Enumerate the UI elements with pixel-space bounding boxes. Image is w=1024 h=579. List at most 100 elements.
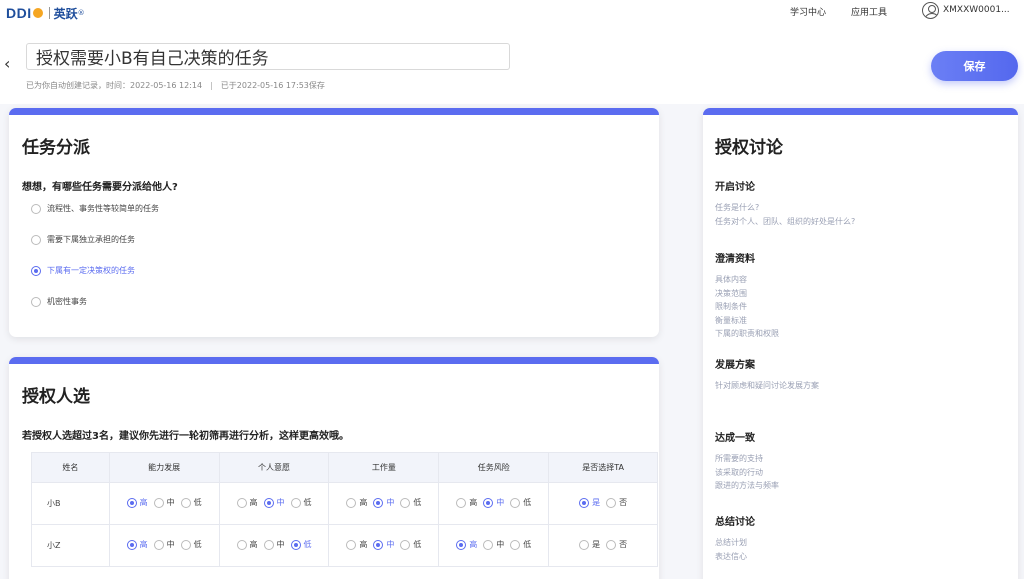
radio-option[interactable]: 中 [263,497,285,508]
radio-option[interactable]: 高 [346,539,367,550]
radio-button[interactable] [31,265,41,276]
radio-button[interactable] [263,497,274,508]
radio-option[interactable]: 高 [126,539,148,550]
task-option-label: 需要下属独立承担的任务 [47,235,135,244]
candidate-card: 授权人选 若授权人选超过3名，建议你先进行一轮初筛再进行分析，这样更高效哦。 姓… [9,357,659,579]
back-arrow-icon[interactable]: ‹ [4,56,10,72]
task-option[interactable]: 流程性、事务性等较简单的任务 [31,203,159,214]
radio-option[interactable]: 否 [606,539,627,550]
candidate-card-title: 授权人选 [22,387,90,407]
discussion-section-title: 发展方案 [715,360,755,371]
radio-option[interactable]: 高 [456,497,477,508]
radio-button[interactable] [579,539,590,550]
radio-option[interactable]: 中 [153,539,175,550]
radio-option[interactable]: 中 [153,497,175,508]
radio-label: 低 [413,540,422,550]
radio-option[interactable]: 中 [483,539,504,550]
radio-button[interactable] [263,539,274,550]
radio-button[interactable] [373,497,384,508]
nav-study-center[interactable]: 学习中心 [790,5,826,18]
radio-option[interactable]: 高 [236,497,258,508]
table-row: 小B 高中低高中低高中低高中低是否 [31,482,658,525]
nav-app-tools[interactable]: 应用工具 [851,5,887,18]
radio-option[interactable]: 高 [346,497,367,508]
radio-option[interactable]: 中 [373,539,394,550]
radio-option[interactable]: 低 [180,539,202,550]
user-avatar-icon [922,1,939,19]
radio-option[interactable]: 是 [579,539,600,550]
radio-label: 中 [386,540,395,550]
radio-button[interactable] [400,497,411,508]
radio-button[interactable] [290,539,301,550]
radio-button[interactable] [31,203,41,214]
radio-label: 高 [249,498,258,508]
radio-option[interactable]: 中 [373,497,394,508]
radio-option[interactable]: 低 [290,539,312,550]
radio-label: 中 [166,498,175,508]
radio-button[interactable] [236,497,247,508]
radio-button[interactable] [346,497,357,508]
radio-button[interactable] [180,539,191,550]
radio-option[interactable]: 低 [510,539,531,550]
radio-button[interactable] [153,497,164,508]
discussion-item: 任务对个人、团队、组织的好处是什么? [715,216,856,226]
save-button[interactable]: 保存 [931,51,1018,81]
radio-button[interactable] [456,539,467,550]
radio-button[interactable] [31,296,41,307]
discussion-item: 任务是什么? [715,203,760,212]
ddi-logo[interactable]: DDI 英跃 ® [6,3,85,23]
radio-option[interactable]: 低 [400,497,421,508]
radio-option[interactable]: 是 [579,497,600,508]
radio-option[interactable]: 中 [263,539,285,550]
logo-dot-icon [32,8,43,18]
risk-radio-group: 高中低 [453,539,534,550]
radio-button[interactable] [373,539,384,550]
radio-option[interactable]: 低 [290,497,312,508]
record-title-input[interactable] [26,43,510,70]
table-cell: 高中低 [328,482,440,525]
user-menu[interactable]: XMXXW0001... [922,0,1010,20]
created-time-text: 已为你自动创建记录，时间：2022-05-16 12:14 [26,81,203,90]
radio-label: 中 [276,498,285,508]
radio-option[interactable]: 低 [400,539,421,550]
column-header: 工作量 [328,452,440,483]
radio-button[interactable] [456,497,467,508]
radio-option[interactable]: 低 [510,497,531,508]
user-name: XMXXW0001... [943,5,1010,15]
saved-time-text: 已于2022-05-16 17:53保存 [220,81,325,90]
radio-button[interactable] [31,234,41,245]
task-option[interactable]: 需要下属独立承担的任务 [31,234,135,245]
task-option[interactable]: 机密性事务 [31,296,87,307]
radio-button[interactable] [483,539,494,550]
radio-button[interactable] [579,497,590,508]
radio-option[interactable]: 中 [483,497,504,508]
radio-option[interactable]: 低 [180,497,202,508]
radio-button[interactable] [153,539,164,550]
discussion-item: 所需要的支持 [715,454,763,463]
radio-option[interactable]: 高 [126,497,148,508]
radio-button[interactable] [606,497,617,508]
radio-button[interactable] [510,539,521,550]
discussion-item: 下属的职责和权限 [715,329,779,338]
radio-option[interactable]: 高 [236,539,258,550]
radio-option[interactable]: 高 [456,539,477,550]
task-card-title: 任务分派 [22,138,90,158]
radio-button[interactable] [483,497,494,508]
radio-button[interactable] [606,539,617,550]
radio-button[interactable] [346,539,357,550]
radio-button[interactable] [510,497,521,508]
task-question: 想想，有哪些任务需要分派给他人? [22,182,178,193]
radio-button[interactable] [236,539,247,550]
radio-button[interactable] [126,539,137,550]
radio-label: 是 [592,540,601,550]
radio-button[interactable] [180,497,191,508]
column-header: 是否选择TA [548,452,658,483]
radio-button[interactable] [290,497,301,508]
radio-option[interactable]: 否 [606,497,627,508]
discussion-panel: 授权讨论 开启讨论 任务是什么? 任务对个人、团队、组织的好处是什么? 澄清资料 具体内… [703,108,1018,579]
radio-button[interactable] [126,497,137,508]
task-option[interactable]: 下属有一定决策权的任务 [31,265,135,276]
radio-button[interactable] [400,539,411,550]
logo-ddi-text: DDI [6,5,32,21]
radio-label: 高 [469,498,478,508]
